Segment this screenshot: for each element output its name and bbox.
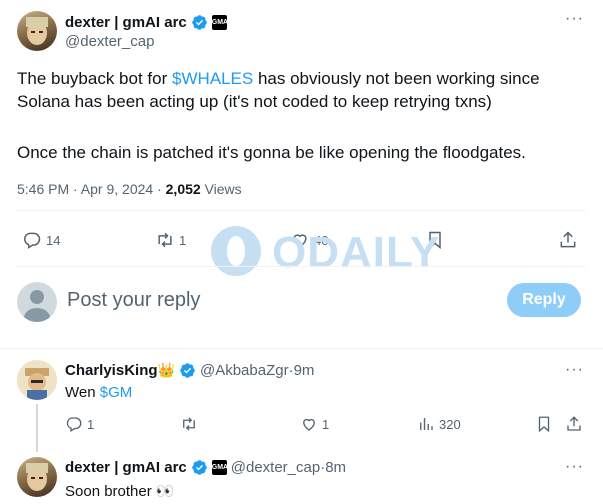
views-count: 2,052 [165, 181, 201, 197]
divider [17, 210, 586, 211]
cashtag-link[interactable]: $GM [100, 384, 133, 401]
affiliate-badge-icon[interactable]: GMAI [211, 460, 230, 475]
retweet-action[interactable]: 1 [155, 230, 186, 250]
divider [0, 348, 603, 349]
retweet-icon [158, 232, 172, 248]
author-avatar[interactable] [17, 11, 57, 51]
reply1-like-action[interactable]: 1 [300, 415, 329, 433]
reply1-text: Wen [65, 384, 100, 401]
reply1-header: CharlyisKing 👑 @AkbabaZgr · 9m [65, 362, 314, 379]
reply2-author-name[interactable]: dexter | gmAI arc [65, 459, 187, 476]
author-handle[interactable]: @dexter_cap [65, 33, 154, 50]
author-name[interactable]: dexter | gmAI arc [65, 14, 187, 31]
reply1-author-handle[interactable]: @AkbabaZgr [200, 362, 289, 379]
tweet-timestamp[interactable]: 5:46 PM · Apr 9, 2024 · [17, 181, 166, 197]
share-action[interactable] [558, 230, 578, 250]
reply2-avatar[interactable] [17, 457, 57, 497]
bookmark-icon [538, 416, 550, 433]
retweet-count: 1 [179, 232, 187, 248]
reply1-time[interactable]: 9m [294, 362, 315, 379]
share-icon [560, 231, 576, 248]
share-icon [567, 416, 581, 431]
reply1-views-action[interactable]: 320 [417, 415, 461, 433]
reply-action[interactable]: 14 [22, 230, 60, 250]
views-label: Views [200, 181, 242, 197]
reply1-views-count: 320 [439, 416, 461, 432]
cashtag-link[interactable]: $WHALES [172, 69, 253, 88]
retweet-icon [183, 417, 195, 431]
more-options-icon[interactable]: ··· [565, 361, 584, 379]
author-header: dexter | gmAI arc GMAI [65, 12, 230, 32]
analytics-icon [420, 418, 433, 430]
reply-button[interactable]: Reply [507, 283, 581, 317]
reply2-header: dexter | gmAI arc GMAI @dexter_cap · 8m [65, 459, 346, 476]
tweet-body-paragraph-2: Once the chain is patched it's gonna be … [17, 143, 526, 162]
tweet-body: The buyback bot for $WHALES has obviousl… [17, 67, 587, 113]
verified-badge-icon [191, 460, 207, 475]
more-options-icon[interactable]: ··· [565, 458, 584, 476]
reply-count: 14 [46, 232, 61, 248]
reply2-body: Soon brother 👀 [65, 483, 175, 500]
current-user-avatar [17, 282, 57, 322]
reply1-avatar[interactable] [17, 360, 57, 400]
reply1-reply-count: 1 [87, 416, 95, 432]
watermark-text: ODAILY [272, 228, 441, 277]
reply2-author-handle[interactable]: @dexter_cap [231, 459, 320, 476]
affiliate-badge-icon[interactable]: GMAI [211, 14, 230, 30]
reply1-body: Wen $GM [65, 384, 132, 401]
reply-input[interactable]: Post your reply [67, 289, 200, 312]
reply-icon [24, 232, 41, 249]
reply-thread-line [36, 404, 38, 452]
tweet-meta: 5:46 PM · Apr 9, 2024 · 2,052 Views [17, 181, 242, 197]
watermark-logo [211, 226, 261, 276]
reply-icon [66, 417, 82, 432]
reply1-like-count: 1 [322, 416, 330, 432]
reply1-bookmark-action[interactable] [535, 415, 553, 433]
crown-emoji: 👑 [157, 362, 175, 378]
more-options-icon[interactable]: ··· [565, 10, 584, 28]
verified-badge-icon [191, 14, 207, 30]
reply1-author-name[interactable]: CharlyisKing [65, 362, 158, 379]
reply1-retweet-action[interactable] [180, 415, 198, 433]
reply2-time[interactable]: 8m [325, 459, 346, 476]
reply1-reply-action[interactable]: 1 [65, 415, 94, 433]
verified-badge-icon [180, 363, 195, 378]
tweet-text-prefix: The buyback bot for [17, 69, 172, 88]
divider [17, 266, 586, 267]
heart-icon [303, 418, 315, 431]
reply1-share-action[interactable] [565, 415, 583, 433]
